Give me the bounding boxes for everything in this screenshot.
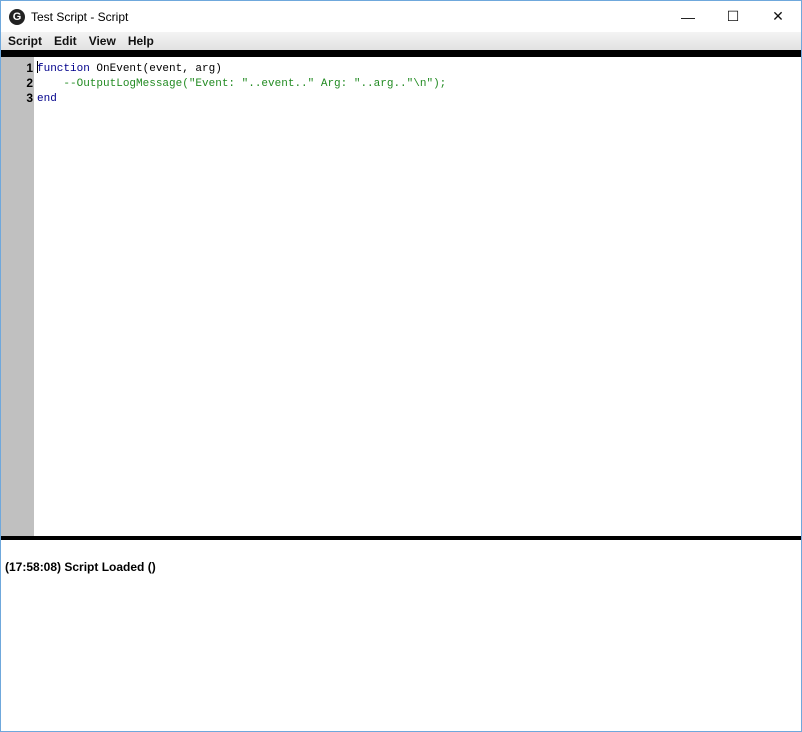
code-line: function OnEvent(event, arg): [37, 61, 446, 77]
close-button[interactable]: ✕: [755, 1, 801, 32]
code-line: end: [37, 92, 446, 107]
line-number: 1: [26, 61, 33, 75]
menu-script[interactable]: Script: [1, 34, 47, 48]
window-title: Test Script - Script: [31, 9, 129, 24]
title-bar: G Test Script - Script — ☐ ✕: [1, 1, 801, 32]
code-token: function: [37, 63, 90, 75]
menu-help[interactable]: Help: [121, 34, 159, 48]
app-logo-icon: G: [9, 8, 25, 25]
maximize-button[interactable]: ☐: [710, 1, 756, 32]
code-editor[interactable]: 1 2 3 function OnEvent(event, arg) --Out…: [1, 57, 801, 536]
menu-edit[interactable]: Edit: [47, 34, 82, 48]
code-token: end: [37, 93, 57, 105]
splitter[interactable]: [1, 536, 801, 540]
menu-view[interactable]: View: [82, 34, 121, 48]
line-number-gutter: 1 2 3: [1, 57, 34, 536]
line-number: 3: [26, 91, 33, 105]
line-number: 2: [26, 76, 33, 90]
divider: [1, 50, 801, 57]
minimize-button[interactable]: —: [665, 1, 711, 32]
menu-bar: Script Edit View Help: [1, 32, 801, 50]
code-line: --OutputLogMessage("Event: "..event.." A…: [37, 77, 446, 92]
code-text[interactable]: function OnEvent(event, arg) --OutputLog…: [37, 61, 446, 107]
code-token: OnEvent(event, arg): [89, 63, 222, 75]
output-log: (17:58:08) Script Loaded (): [5, 560, 156, 574]
code-token: --OutputLogMessage("Event: "..event.." A…: [37, 78, 447, 90]
log-entry: (17:58:08) Script Loaded (): [5, 560, 156, 574]
